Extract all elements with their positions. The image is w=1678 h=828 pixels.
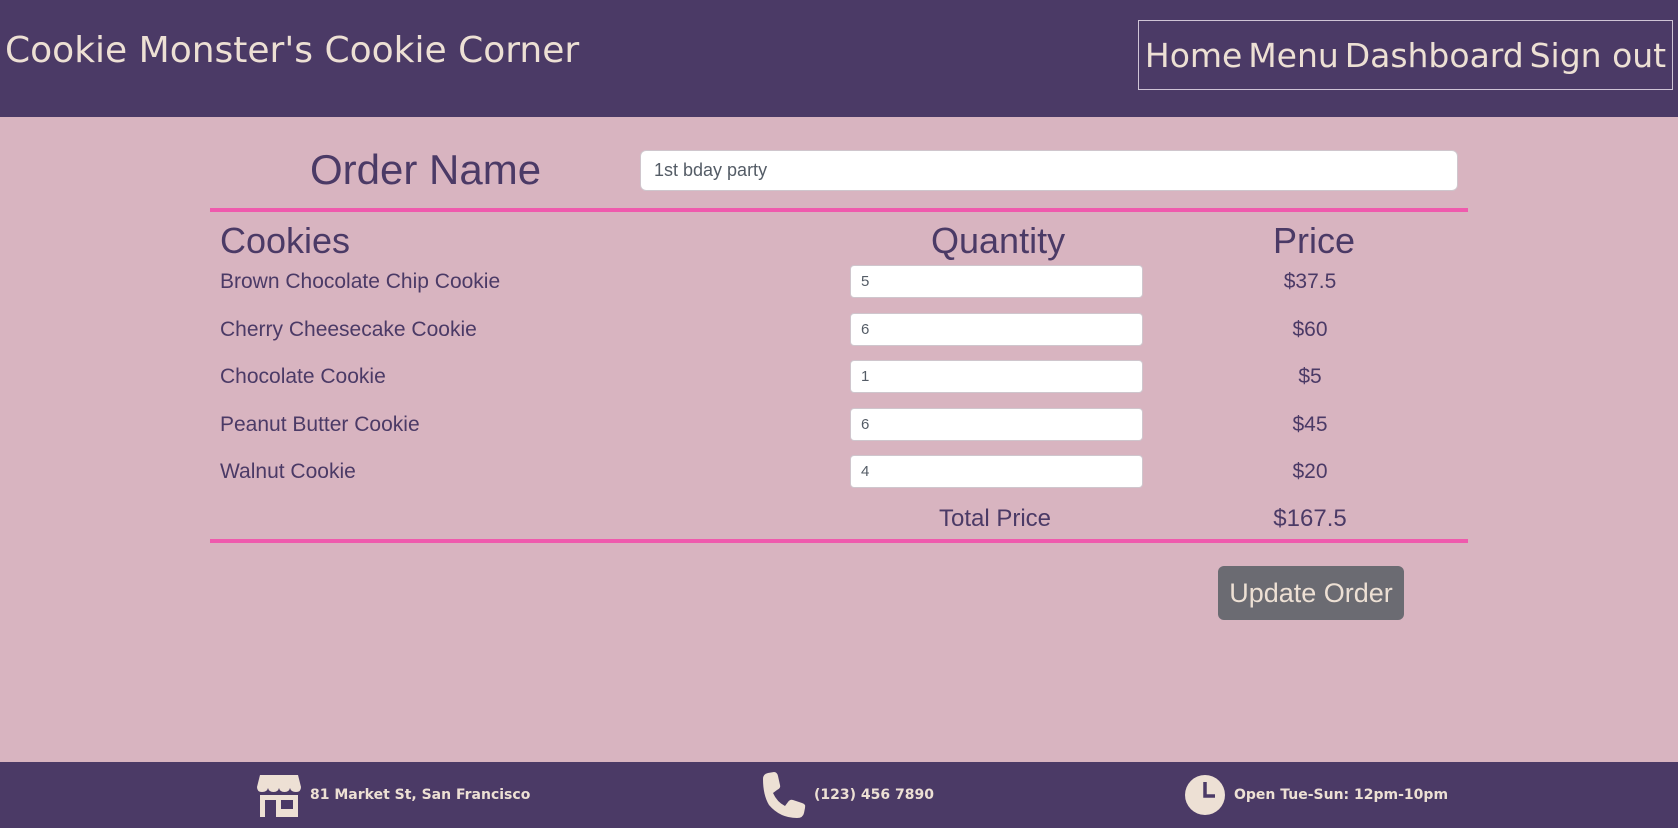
site-title: Cookie Monster's Cookie Corner [5, 30, 580, 71]
table-row: Brown Chocolate Chip Cookie $37.5 [0, 265, 1678, 299]
nav-sign-out[interactable]: Sign out [1530, 36, 1667, 75]
update-order-button[interactable]: Update Order [1218, 566, 1404, 620]
table-row: Walnut Cookie $20 [0, 455, 1678, 489]
cookie-price: $45 [1292, 413, 1328, 436]
table-row: Chocolate Cookie $5 [0, 360, 1678, 394]
table-row: Cherry Cheesecake Cookie $60 [0, 313, 1678, 347]
site-header: Cookie Monster's Cookie Corner Home Menu… [0, 0, 1678, 117]
cookie-name: Brown Chocolate Chip Cookie [220, 270, 501, 293]
address-text: 81 Market St, San Francisco [310, 787, 531, 803]
footer-address: 81 Market St, San Francisco [256, 772, 530, 818]
quantity-input[interactable] [850, 360, 1143, 393]
cookie-price: $5 [1298, 365, 1322, 388]
nav-dashboard[interactable]: Dashboard [1345, 36, 1524, 75]
quantity-input[interactable] [850, 408, 1143, 441]
order-name-input[interactable] [640, 150, 1458, 191]
quantity-input[interactable] [850, 313, 1143, 346]
phone-icon [763, 772, 806, 818]
price-header: Price [1273, 220, 1356, 261]
quantity-input[interactable] [850, 265, 1143, 298]
footer-phone: (123) 456 7890 [760, 772, 934, 818]
nav-home[interactable]: Home [1145, 36, 1242, 75]
divider-bottom [210, 539, 1468, 543]
quantity-input[interactable] [850, 455, 1143, 488]
cookie-price: $20 [1292, 460, 1328, 483]
site-footer: 81 Market St, San Francisco (123) 456 78… [0, 762, 1678, 828]
total-price-label: Total Price [938, 505, 1052, 532]
cookie-price: $60 [1292, 318, 1328, 341]
hours-text: Open Tue-Sun: 12pm-10pm [1234, 787, 1449, 803]
nav-menu[interactable]: Menu [1248, 36, 1339, 75]
cookie-name: Chocolate Cookie [220, 365, 386, 388]
total-price-value: $167.5 [1273, 505, 1347, 532]
cookies-header: Cookies [220, 220, 351, 261]
phone-text: (123) 456 7890 [814, 787, 934, 803]
cookie-name: Peanut Butter Cookie [220, 413, 420, 436]
main-nav: Home Menu Dashboard Sign out [1138, 20, 1673, 90]
cookie-name: Cherry Cheesecake Cookie [220, 318, 477, 341]
clock-icon [1185, 775, 1225, 815]
store-icon [257, 775, 301, 817]
table-row: Peanut Butter Cookie $45 [0, 408, 1678, 442]
footer-hours: Open Tue-Sun: 12pm-10pm [1184, 772, 1448, 818]
quantity-header: Quantity [931, 220, 1066, 261]
cookie-name: Walnut Cookie [220, 460, 356, 483]
divider-top [210, 208, 1468, 212]
cookie-price: $37.5 [1283, 270, 1337, 293]
order-name-label: Order Name [310, 146, 542, 193]
